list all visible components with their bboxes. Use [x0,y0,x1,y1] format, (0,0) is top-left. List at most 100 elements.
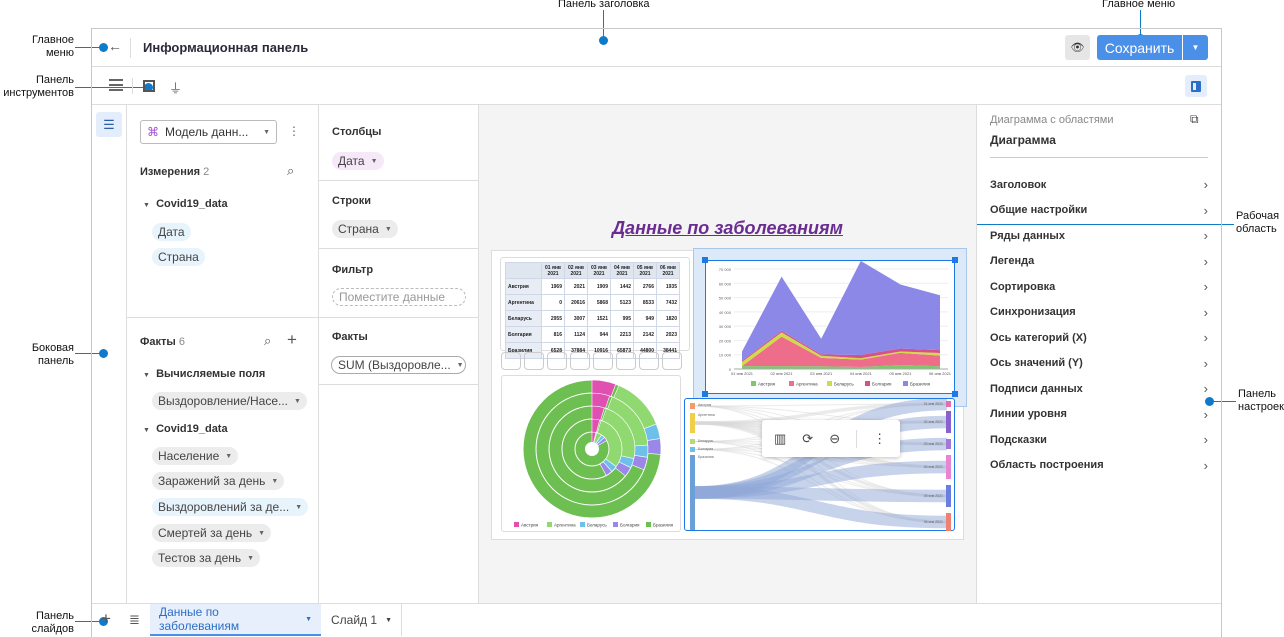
filter-drop-zone[interactable]: Поместите данные [332,288,466,306]
y-tick-label: 70 000 [719,267,732,272]
data-model-select[interactable]: ⌘ Модель данн... ▼ [140,120,277,144]
resize-handle[interactable] [702,257,708,263]
resize-handle[interactable] [952,391,958,397]
sankey-chart[interactable]: Австрия Аргентина Беларусь Болгария Бразилия… [684,397,955,531]
settings-item[interactable]: Подписи данных › [990,381,1208,396]
facts-field-label: Факты [332,331,368,343]
annotation-toolbar: Панель инструментов [3,74,74,99]
copy-icon[interactable]: ⧉ [1190,112,1199,127]
x-tick-label: 05 янв 2021 [889,371,912,376]
column-header[interactable]: 06 янв 2021 [656,262,680,279]
legend-swatch [613,522,618,527]
search-icon[interactable]: ⌕ [287,163,294,179]
fact-group[interactable]: ▼ Covid19_data [143,423,228,435]
sankey-source-node [690,413,695,433]
legend-label: Австрия [521,523,539,528]
widget-placeholder[interactable] [501,352,521,370]
widget-placeholder[interactable] [662,352,682,370]
fact-item[interactable]: Смертей за день ▼ [152,524,272,542]
slide-tab[interactable]: Слайд 1 ▼ [322,604,402,636]
widget-placeholder[interactable] [524,352,544,370]
settings-item[interactable]: Легенда › [990,254,1208,269]
pivot-table[interactable]: 01 янв 2021 02 янв 2021 03 янв 2021 04 янв … [500,257,690,359]
data-panel-icon[interactable]: ☰ [96,112,122,137]
fact-item[interactable]: Выздоровлений за де... ▼ [152,498,309,516]
more-icon[interactable]: ⋮ [288,124,300,138]
back-arrow-icon[interactable]: ← [108,38,122,54]
widget-placeholder[interactable] [570,352,590,370]
column-header[interactable]: 01 янв 2021 [541,262,565,279]
dim-item-country[interactable]: Страна [152,248,205,266]
settings-item-label: Ряды данных [990,229,1065,242]
table-cell: 2021 [564,278,588,295]
add-fact-icon[interactable]: + [287,330,297,350]
column-header[interactable]: 05 янв 2021 [633,262,657,279]
fact-item[interactable]: Тестов за день ▼ [152,549,261,567]
column-header[interactable]: 03 янв 2021 [587,262,611,279]
column-header[interactable]: 04 янв 2021 [610,262,634,279]
settings-item[interactable]: Сортировка › [990,279,1208,294]
fact-item[interactable]: Заражений за день ▼ [152,472,285,490]
resize-handle[interactable] [952,257,958,263]
menu-icon[interactable] [109,79,123,91]
settings-item[interactable]: Общие настройки › [990,203,1208,218]
sankey-target-node [946,455,951,479]
clear-filter-icon[interactable]: ⏚ [169,78,182,97]
chevron-right-icon: › [1203,355,1208,371]
annotation-settings-panel: Панель настроек [1238,388,1284,413]
table-cell: 1935 [656,278,680,295]
annotation-slides-panel: Панель слайдов [31,610,74,635]
table-cell: 1969 [541,278,565,295]
settings-item[interactable]: Ось значений (Y) › [990,356,1208,371]
add-slide-icon[interactable]: + [101,609,111,629]
link-icon[interactable]: ⊖ [829,431,840,447]
legend-swatch [903,381,908,386]
legend-label: Беларусь [587,523,607,528]
area-chart[interactable]: 0 10 000 20 000 30 000 40 000 50 000 60 000 70 … [705,260,955,394]
settings-item[interactable]: Линии уровня › [990,407,1208,422]
save-dropdown-button[interactable]: ▼ [1183,35,1208,60]
calc-item[interactable]: Выздоровление/Насе... ▼ [152,392,307,410]
table-cell: 3007 [564,310,588,327]
dimension-group[interactable]: ▼ Covid19_data [143,198,228,210]
columns-item[interactable]: Дата ▼ [332,152,384,170]
donut-chart[interactable]: Австрия Аргентина Беларусь Болгария Бразилия [501,375,681,532]
settings-panel-toggle[interactable] [1185,75,1207,97]
chevron-right-icon: › [1203,304,1208,320]
widget-placeholder[interactable] [616,352,636,370]
settings-item[interactable]: Область построения › [990,458,1208,473]
legend-label: Аргентина [554,523,576,528]
widget-placeholder[interactable] [593,352,613,370]
settings-item[interactable]: Синхронизация › [990,305,1208,320]
dim-item-date[interactable]: Дата [152,223,191,241]
settings-item[interactable]: Ось категорий (X) › [990,330,1208,345]
y-tick-label: 60 000 [719,281,732,286]
more-icon[interactable]: ⋮ [873,431,886,447]
widget-placeholder[interactable] [639,352,659,370]
chevron-right-icon: › [1203,228,1208,243]
settings-item-label: Сортировка [990,280,1056,293]
chart-type-icon[interactable]: ▥ [774,431,786,447]
settings-item[interactable]: Заголовок › [990,177,1208,192]
pivot-grid: 01 янв 2021 02 янв 2021 03 янв 2021 04 янв … [505,262,680,359]
settings-item[interactable]: Подсказки › [990,432,1208,447]
save-button[interactable]: Сохранить [1097,35,1182,60]
x-tick-label: 04 янв 2021 [850,371,873,376]
column-header[interactable]: 02 янв 2021 [564,262,588,279]
rows-item[interactable]: Страна ▼ [332,220,398,238]
calc-group[interactable]: ▼ Вычисляемые поля [143,368,265,380]
resize-handle[interactable] [702,391,708,397]
chevron-right-icon: › [1203,381,1208,396]
search-facts-icon[interactable]: ⌕ [264,333,271,349]
sankey-target-node [946,411,951,433]
widget-placeholder[interactable] [547,352,567,370]
slide-tab-active[interactable]: Данные по заболеваниям ▼ [150,604,321,636]
slides-list-icon[interactable]: ≣ [129,612,140,628]
facts-field-item[interactable]: SUM (Выздоровле... ▼ [331,356,466,374]
fact-item[interactable]: Население ▼ [152,447,239,465]
select-element-icon[interactable] [143,80,155,92]
refresh-icon[interactable]: ⟳ [802,431,813,447]
settings-item[interactable]: Ряды данных › [990,228,1208,243]
preview-eye-icon[interactable]: 👁 [1065,35,1090,60]
table-cell: 5123 [610,294,634,311]
